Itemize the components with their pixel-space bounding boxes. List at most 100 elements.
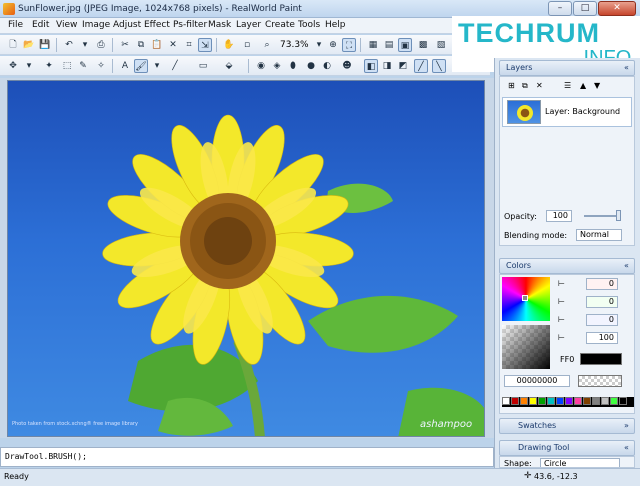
color-picker-handle[interactable]	[522, 295, 528, 301]
mode-3-icon[interactable]: ◩	[396, 59, 410, 73]
cut-icon[interactable]: ✂	[118, 38, 132, 52]
save-icon[interactable]: 💾	[38, 38, 52, 52]
select-tool-icon[interactable]: ⇲	[198, 38, 212, 52]
swatch-8[interactable]	[565, 397, 573, 405]
open-folder-icon[interactable]: 📂	[22, 38, 36, 52]
magic-wand-icon[interactable]: ✦	[42, 59, 56, 73]
menu-view[interactable]: View	[56, 20, 77, 30]
opacity-slider-thumb[interactable]	[616, 210, 621, 221]
color-wheel[interactable]	[502, 277, 550, 321]
copy-icon[interactable]: ⧉	[134, 38, 148, 52]
opacity-input[interactable]: 100	[546, 210, 572, 222]
brush-dropdown-icon[interactable]: ▾	[150, 59, 164, 73]
red-slider-icon[interactable]: ⊢	[558, 279, 565, 288]
minimize-button[interactable]: –	[548, 1, 572, 16]
lasso-icon[interactable]: ✎	[76, 59, 90, 73]
image-2-icon[interactable]: ▧	[434, 38, 448, 52]
blue-slider-icon[interactable]: ⊢	[558, 315, 565, 324]
add-layer-icon[interactable]: ⊞	[508, 81, 515, 90]
swatch-12[interactable]	[601, 397, 609, 405]
swatch-5[interactable]	[538, 397, 546, 405]
green-input[interactable]: 0	[586, 296, 618, 308]
blur-icon[interactable]: ⬮	[286, 59, 300, 73]
blending-mode-select[interactable]: Normal	[576, 229, 622, 241]
move-tool-icon[interactable]: ✥	[6, 59, 20, 73]
menu-tools[interactable]: Tools	[298, 20, 320, 30]
collapse-icon[interactable]: «	[624, 443, 629, 452]
swatch-9[interactable]	[574, 397, 582, 405]
swatch-3[interactable]	[520, 397, 528, 405]
zoom-dropdown-icon[interactable]: ▾	[312, 38, 326, 52]
mode-1-icon[interactable]: ◧	[364, 59, 378, 73]
rulers-icon[interactable]: ▤	[382, 38, 396, 52]
pointer-icon[interactable]: ▾	[22, 59, 36, 73]
zoom-level[interactable]: 73.3%	[280, 40, 309, 50]
brush-tool-icon[interactable]: 🖌	[134, 59, 148, 73]
layers-panel-header[interactable]: Layers «	[499, 60, 635, 76]
swatch-14[interactable]	[619, 397, 627, 405]
antialias-icon[interactable]: ╱	[414, 59, 428, 73]
shape-select[interactable]: Circle	[540, 458, 620, 467]
red-input[interactable]: 0	[586, 278, 618, 290]
swatch-11[interactable]	[592, 397, 600, 405]
alpha-input[interactable]: 100	[586, 332, 618, 344]
paste-icon[interactable]: 📋	[150, 38, 164, 52]
zoom-in-icon[interactable]: ⊕	[326, 38, 340, 52]
swatch-1[interactable]	[502, 397, 510, 405]
image-icon[interactable]: ▩	[416, 38, 430, 52]
script-console[interactable]: DrawTool.BRUSH();	[0, 447, 494, 467]
pattern-select[interactable]	[578, 375, 622, 387]
crop-icon[interactable]: ⌗	[182, 38, 196, 52]
alpha-slider-icon[interactable]: ⊢	[558, 333, 565, 342]
alpha-preview[interactable]	[502, 325, 550, 369]
menu-adjust[interactable]: Adjust	[113, 20, 141, 30]
hand-icon[interactable]: ✋	[222, 38, 236, 52]
red-eye-icon[interactable]: ◉	[254, 59, 268, 73]
redo-icon[interactable]: ▾	[78, 38, 92, 52]
blue-input[interactable]: 0	[586, 314, 618, 326]
close-button[interactable]: ✕	[598, 1, 636, 16]
grid-icon[interactable]: ▦	[366, 38, 380, 52]
mode-2-icon[interactable]: ◨	[380, 59, 394, 73]
current-color-button[interactable]	[580, 353, 622, 365]
clone-icon[interactable]: ◈	[270, 59, 284, 73]
zoom-out-icon[interactable]: ▫	[240, 38, 254, 52]
swatch-4[interactable]	[529, 397, 537, 405]
stamp-icon[interactable]: ☻	[340, 59, 354, 73]
color-picker-icon[interactable]: ●	[304, 59, 318, 73]
layer-properties-icon[interactable]: ☰	[564, 81, 571, 90]
collapse-icon[interactable]: «	[624, 63, 629, 72]
colors-panel-header[interactable]: Colors «	[499, 258, 635, 274]
marquee-icon[interactable]: ⬚	[60, 59, 74, 73]
swatches-panel-header[interactable]: Swatches »	[499, 418, 635, 434]
menu-help[interactable]: Help	[325, 20, 346, 30]
print-icon[interactable]: ⎙	[94, 38, 108, 52]
collapse-icon[interactable]: «	[624, 261, 629, 270]
swatch-6[interactable]	[547, 397, 555, 405]
layer-up-icon[interactable]: ▲	[580, 81, 586, 90]
delete-icon[interactable]: ✕	[166, 38, 180, 52]
fill-tool-icon[interactable]: ⬙	[222, 59, 236, 73]
menu-image[interactable]: Image	[82, 20, 110, 30]
layer-row[interactable]: Layer: Background	[502, 97, 632, 127]
new-file-icon[interactable]: 🗋	[6, 38, 20, 52]
view-mode-icon[interactable]: ▣	[398, 38, 412, 52]
text-tool-icon[interactable]: A	[118, 59, 132, 73]
swatch-10[interactable]	[583, 397, 591, 405]
swatch-13[interactable]	[610, 397, 618, 405]
expand-icon[interactable]: »	[624, 421, 629, 430]
image-canvas[interactable]: Photo taken from stock.xchng® free image…	[7, 80, 485, 437]
transform-icon[interactable]: ✧	[94, 59, 108, 73]
green-slider-icon[interactable]: ⊢	[558, 297, 565, 306]
swatch-2[interactable]	[511, 397, 519, 405]
delete-layer-icon[interactable]: ✕	[536, 81, 543, 90]
opacity-slider[interactable]	[584, 215, 620, 217]
menu-ps-filter[interactable]: Ps-filter	[173, 20, 207, 30]
menu-create[interactable]: Create	[265, 20, 295, 30]
zoom-icon[interactable]: ⌕	[260, 38, 274, 52]
menu-edit[interactable]: Edit	[32, 20, 49, 30]
swatch-7[interactable]	[556, 397, 564, 405]
drawing-tool-panel-header[interactable]: Drawing Tool «	[499, 440, 635, 456]
menu-effect[interactable]: Effect	[144, 20, 170, 30]
shape-tool-icon[interactable]: ▭	[196, 59, 210, 73]
